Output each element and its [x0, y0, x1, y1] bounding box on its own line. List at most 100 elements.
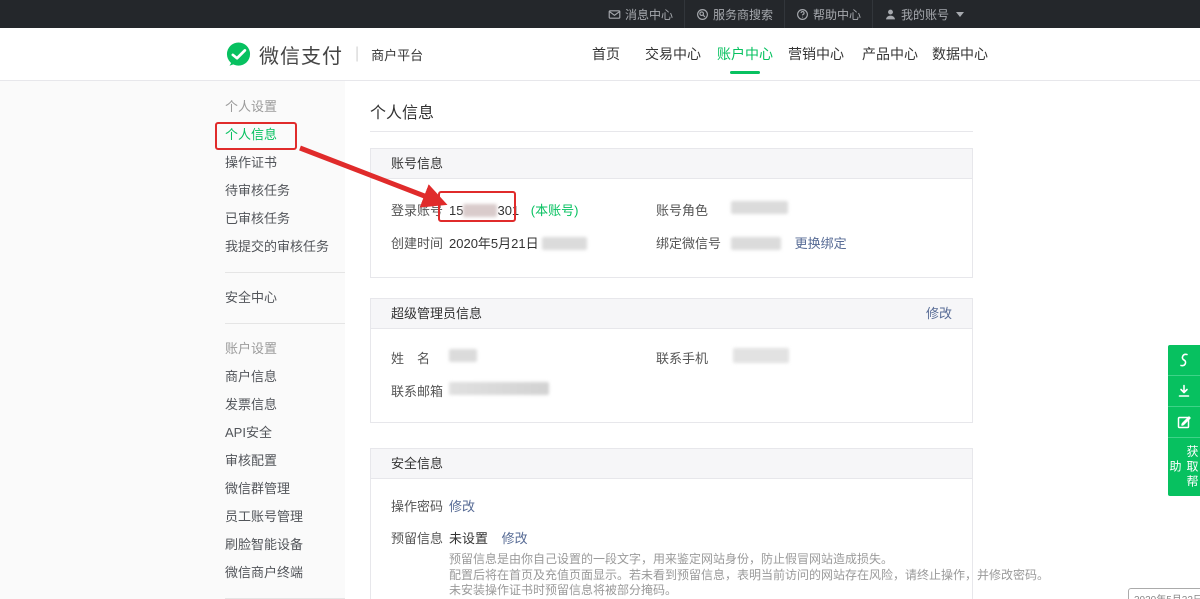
sidebar: 个人设置 个人信息 操作证书 待审核任务 已审核任务 我提交的审核任务 安全中心…: [0, 81, 345, 599]
account-info-card: 账号信息 登录账号 15 301 (本账号) 账号角色 创建时间 2020年5月2…: [370, 148, 973, 278]
reserve-desc-line3: 未安装操作证书时预留信息将被部分掩码。: [449, 583, 1049, 599]
sidebar-item-face-smart-device[interactable]: 刷脸智能设备: [225, 531, 345, 559]
site-header: 微信支付 | 商户平台 首页 交易中心 账户中心 营销中心 产品中心 数据中心: [0, 28, 1200, 81]
name-label: 姓 名: [391, 348, 430, 367]
created-time-value: 2020年5月21日: [449, 233, 587, 252]
help-center-label: 帮助中心: [813, 6, 861, 23]
reserve-info-description: 预留信息是由你自己设置的一段文字，用来鉴定网站身份，防止假冒网站造成损失。 配置…: [449, 552, 1049, 599]
nav-account-center[interactable]: 账户中心: [717, 28, 773, 80]
download-icon: [1176, 383, 1192, 399]
rebind-link[interactable]: 更换绑定: [795, 236, 847, 251]
brand-separator: |: [355, 45, 359, 63]
sidebar-item-api-security[interactable]: API安全: [225, 419, 345, 447]
chevron-down-icon: [956, 12, 964, 17]
sidebar-divider: [225, 323, 345, 324]
password-modify-link[interactable]: 修改: [449, 499, 475, 514]
sidebar-item-reviewed-tasks[interactable]: 已审核任务: [225, 205, 345, 233]
admin-modify-link[interactable]: 修改: [926, 299, 952, 329]
account-role-label: 账号角色: [656, 200, 708, 219]
reserve-info-label: 预留信息: [391, 528, 443, 547]
name-value: [449, 348, 477, 363]
top-utility-bar: 消息中心 服务商搜索 帮助中心 我的账号: [0, 0, 1200, 28]
nav-data-center[interactable]: 数据中心: [932, 28, 988, 80]
created-date-text: 2020年5月21日: [449, 236, 539, 251]
nav-marketing-center[interactable]: 营销中心: [788, 28, 844, 80]
account-info-card-header: 账号信息: [371, 149, 972, 179]
title-divider: [370, 131, 973, 132]
redacted-created-time: [542, 237, 587, 250]
get-help-button[interactable]: 获取帮助: [1168, 438, 1200, 496]
brand-name: 微信支付: [259, 40, 343, 69]
redacted-email: [449, 382, 549, 395]
login-number-suffix: 301: [497, 203, 519, 218]
sidebar-item-my-submitted-tasks[interactable]: 我提交的审核任务: [225, 233, 345, 261]
account-role-value: [731, 200, 788, 215]
operation-password-label: 操作密码: [391, 496, 443, 515]
current-account-tag: (本账号): [531, 203, 579, 218]
help-icon: [796, 8, 809, 21]
mail-icon: [608, 8, 621, 21]
link-button[interactable]: [1168, 345, 1200, 376]
feedback-button[interactable]: [1168, 407, 1200, 438]
sidebar-item-staff-account-management[interactable]: 员工账号管理: [225, 503, 345, 531]
contact-phone-label: 联系手机: [656, 348, 708, 367]
floating-help-bar: 获取帮助: [1168, 345, 1200, 496]
service-search-icon: [696, 8, 709, 21]
sidebar-item-personal-info[interactable]: 个人信息: [225, 121, 345, 149]
super-admin-card-header: 超级管理员信息 修改: [371, 299, 972, 329]
sidebar-item-merchant-info[interactable]: 商户信息: [225, 363, 345, 391]
my-account-label: 我的账号: [901, 6, 949, 23]
redacted-wechat-id: [731, 237, 781, 250]
feedback-icon: [1176, 414, 1192, 430]
sidebar-item-security-center[interactable]: 安全中心: [225, 284, 345, 312]
page-title: 个人信息: [370, 99, 434, 123]
reserve-desc-line2: 配置后将在首页及充值页面显示。若未看到预留信息，表明当前访问的网站存在风险，请终…: [449, 568, 1049, 584]
redacted-role: [731, 201, 788, 214]
contact-email-label: 联系邮箱: [391, 381, 443, 400]
my-account-item[interactable]: 我的账号: [872, 0, 975, 28]
message-center-item[interactable]: 消息中心: [597, 0, 684, 28]
account-icon: [884, 8, 897, 21]
login-number-prefix: 15: [449, 203, 463, 218]
reserve-desc-line1: 预留信息是由你自己设置的一段文字，用来鉴定网站身份，防止假冒网站造成损失。: [449, 552, 1049, 568]
operation-password-value: 修改: [449, 496, 475, 515]
link-icon: [1176, 352, 1192, 368]
reserve-modify-link[interactable]: 修改: [502, 531, 528, 546]
sidebar-item-review-config[interactable]: 审核配置: [225, 447, 345, 475]
nav-product-center[interactable]: 产品中心: [862, 28, 918, 80]
sidebar-item-invoice-info[interactable]: 发票信息: [225, 391, 345, 419]
sidebar-item-pending-review-tasks[interactable]: 待审核任务: [225, 177, 345, 205]
security-info-card: 安全信息 操作密码 修改 预留信息 未设置 修改 预留信息是由你自己设置的一段文…: [370, 448, 973, 599]
created-time-label: 创建时间: [391, 233, 443, 252]
super-admin-title: 超级管理员信息: [391, 306, 482, 321]
service-search-label: 服务商搜索: [713, 6, 773, 23]
contact-email-value: [449, 381, 549, 396]
download-button[interactable]: [1168, 376, 1200, 407]
wechat-pay-logo-icon: [225, 41, 252, 68]
super-admin-card: 超级管理员信息 修改 姓 名 联系手机 联系邮箱: [370, 298, 973, 423]
sidebar-divider: [225, 272, 345, 273]
contact-phone-value: [733, 348, 789, 364]
nav-home[interactable]: 首页: [592, 28, 620, 80]
brand: 微信支付 | 商户平台: [225, 28, 423, 80]
bound-wechat-value: 更换绑定: [731, 233, 847, 252]
help-center-item[interactable]: 帮助中心: [784, 0, 872, 28]
sidebar-item-wechat-group-management[interactable]: 微信群管理: [225, 475, 345, 503]
reserve-info-value: 未设置 修改: [449, 528, 528, 547]
reserve-status: 未设置: [449, 531, 488, 546]
redacted-phone: [733, 348, 789, 363]
message-center-label: 消息中心: [625, 6, 673, 23]
login-account-value: 15 301 (本账号): [449, 200, 578, 219]
date-tooltip: 2020年5月22日: [1128, 588, 1200, 599]
bound-wechat-label: 绑定微信号: [656, 233, 721, 252]
login-account-label: 登录账号: [391, 200, 443, 219]
sidebar-item-wechat-merchant-terminal[interactable]: 微信商户终端: [225, 559, 345, 587]
sidebar-item-operation-certificate[interactable]: 操作证书: [225, 149, 345, 177]
redacted-name: [449, 349, 477, 362]
service-search-item[interactable]: 服务商搜索: [684, 0, 784, 28]
nav-transaction-center[interactable]: 交易中心: [645, 28, 701, 80]
redacted-login-middle: [463, 204, 497, 217]
sidebar-section-personal-settings: 个人设置: [225, 93, 345, 121]
security-info-card-header: 安全信息: [371, 449, 972, 479]
sidebar-section-account-settings: 账户设置: [225, 335, 345, 363]
